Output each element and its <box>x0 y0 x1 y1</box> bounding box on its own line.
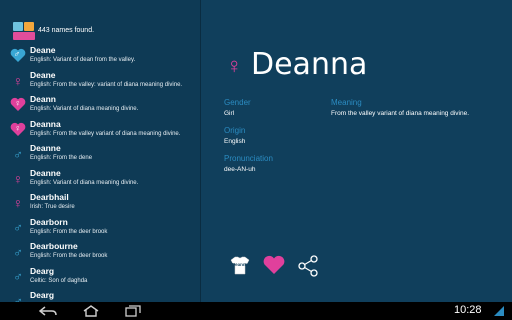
list-item-description: English: From the deer brook <box>30 228 108 235</box>
list-item[interactable]: ♀ Deann English: Variant of diana meaning … <box>0 93 200 118</box>
list-item-description: Celtic: Son of daghda <box>30 277 88 284</box>
share-icon <box>298 255 318 277</box>
recent-apps-icon[interactable] <box>125 305 141 317</box>
list-item-name: Deane <box>30 45 56 55</box>
list-item-name: Deanne <box>30 143 61 153</box>
list-item-description: English: Variant of dean from the valley… <box>30 57 136 63</box>
list-item-description: English: From the valley variant of dian… <box>30 130 181 137</box>
male-gender-icon: ♂ <box>13 244 23 260</box>
list-item-description: English: From the valley: variant of dia… <box>30 81 183 88</box>
heart-icon <box>263 255 285 274</box>
gender-value: Girl <box>224 110 235 117</box>
list-item[interactable]: ♂ Deane English: Variant of dean from the … <box>0 44 200 69</box>
baby-names-logo <box>13 22 35 42</box>
list-item-name: Dearbourne <box>30 241 78 251</box>
female-gender-icon: ♀ <box>12 72 24 89</box>
list-item-description: English: From the deer brook <box>30 253 108 259</box>
results-count: 443 names found. <box>38 27 95 34</box>
list-item[interactable]: ♀ Deane English: From the valley: variant … <box>0 69 200 94</box>
names-list-panel: 443 names found. ♂ Deane English: Variant … <box>0 0 200 302</box>
names-list[interactable]: ♂ Deane English: Variant of dean from the … <box>0 44 200 302</box>
female-gender-icon: ♀ <box>12 195 24 211</box>
list-item[interactable]: ♀ Dearbhail Irish: True desire <box>0 191 200 216</box>
male-gender-icon: ♂ <box>13 146 23 162</box>
tshirt-button[interactable]: Deanna <box>229 254 251 281</box>
list-item-description: English: Variant of diana meaning divine… <box>30 179 139 186</box>
favorite-female-icon: ♀ <box>10 121 26 139</box>
favorite-female-icon: ♀ <box>10 96 26 114</box>
home-icon[interactable] <box>82 305 100 317</box>
favorite-button[interactable] <box>262 255 286 280</box>
female-gender-icon: ♀ <box>226 53 243 78</box>
list-item[interactable]: ♀ Deanna English: From the valley variant … <box>0 118 200 143</box>
pronunciation-value: dee-AN-uh <box>224 166 256 173</box>
app-window: 443 names found. ♂ Deane English: Variant … <box>0 0 512 302</box>
signal-icon <box>494 306 504 316</box>
list-header: 443 names found. <box>0 0 200 44</box>
gender-label: Gender <box>224 98 251 107</box>
list-item[interactable]: ♀ Deanne English: Variant of diana meaning… <box>0 167 200 192</box>
back-icon[interactable] <box>39 306 57 316</box>
meaning-value: From the valley variant of diana meaning… <box>331 110 470 117</box>
meaning-label: Meaning <box>331 98 362 107</box>
list-item-name: Deanne <box>30 167 61 178</box>
detail-name-title: Deanna <box>251 47 368 82</box>
list-item[interactable]: ♂ Dearg Celtic: Son of daghda <box>0 265 200 290</box>
male-gender-icon: ♂ <box>13 269 23 284</box>
list-item-description: Irish: True desire <box>30 204 75 210</box>
list-item-description: English: Variant of diana meaning divine… <box>30 106 139 112</box>
origin-label: Origin <box>224 126 246 135</box>
pronunciation-label: Pronunciation <box>224 154 273 163</box>
status-clock: 10:28 <box>454 304 482 316</box>
origin-value: English <box>224 138 246 145</box>
list-item-name: Dearg <box>30 265 55 276</box>
system-navigation-bar <box>0 302 512 320</box>
list-item[interactable]: ♂ Deanne English: From the dene <box>0 142 200 167</box>
female-gender-icon: ♀ <box>12 170 24 187</box>
list-item-name: Deanna <box>30 118 61 129</box>
list-item[interactable]: ♂ Dearg <box>0 289 200 302</box>
favorite-male-icon: ♂ <box>10 47 26 65</box>
list-item-description: English: From the dene <box>30 155 93 161</box>
list-item-name: Dearbhail <box>30 192 69 202</box>
male-gender-icon: ♂ <box>13 220 23 235</box>
logo-banner <box>13 32 35 40</box>
list-item[interactable]: ♂ Dearborn English: From the deer brook <box>0 216 200 241</box>
tshirt-text: Deanna <box>231 262 249 267</box>
male-gender-icon: ♂ <box>13 293 23 303</box>
list-item-name: Dearg <box>30 290 55 300</box>
share-button[interactable] <box>297 255 319 282</box>
list-item-name: Dearborn <box>30 216 68 227</box>
list-item-name: Deann <box>30 94 56 104</box>
list-item[interactable]: ♂ Dearbourne English: From the deer brook <box>0 240 200 265</box>
list-item-name: Deane <box>30 69 56 80</box>
